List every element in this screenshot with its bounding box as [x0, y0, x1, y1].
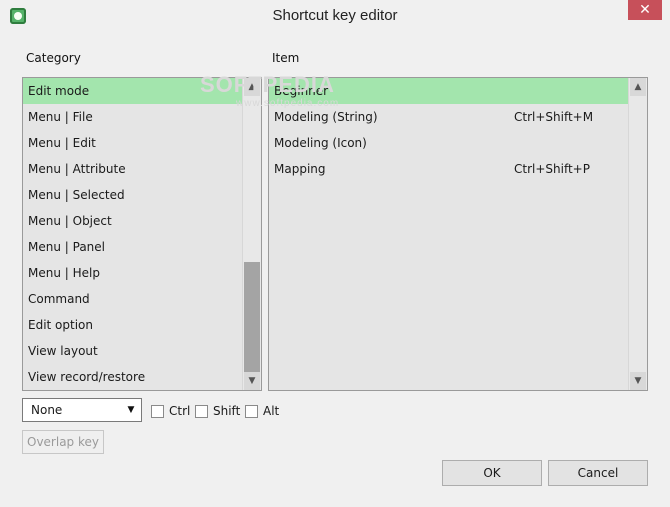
scroll-down-arrow-icon[interactable]: ▼ — [244, 372, 260, 390]
ctrl-checkbox-label: Ctrl — [169, 404, 191, 418]
key-select[interactable]: None ▼ — [22, 398, 142, 422]
item-label: Item — [272, 51, 300, 65]
scrollbar-thumb[interactable] — [244, 262, 260, 374]
category-list-item[interactable]: Menu | File — [23, 104, 242, 130]
item-list-item[interactable]: Modeling (Icon) — [269, 130, 628, 156]
category-scrollbar[interactable]: ▲ ▼ — [242, 78, 261, 390]
category-list[interactable]: Edit mode Menu | File Menu | Edit Menu | At… — [22, 77, 262, 391]
alt-checkbox[interactable]: Alt — [245, 403, 279, 419]
checkbox-box[interactable] — [245, 405, 258, 418]
item-list-item[interactable]: Mapping Ctrl+Shift+P — [269, 156, 628, 182]
alt-checkbox-label: Alt — [263, 404, 280, 418]
category-item-label: Menu | Object — [28, 214, 112, 228]
ok-button[interactable]: OK — [442, 460, 542, 486]
scroll-up-arrow-icon[interactable]: ▲ — [630, 78, 646, 96]
item-list[interactable]: Beginner Modeling (String) Ctrl+Shift+M Mod… — [268, 77, 648, 391]
watermark-logo: SOFTPEDIA — [200, 72, 335, 97]
category-list-item[interactable]: View record/restore — [23, 364, 242, 390]
category-list-item[interactable]: Menu | Attribute — [23, 156, 242, 182]
category-list-item[interactable]: Menu | Edit — [23, 130, 242, 156]
category-item-label: Command — [28, 292, 90, 306]
window-title: Shortcut key editor — [272, 7, 398, 24]
category-item-label: Edit option — [28, 318, 93, 332]
chevron-down-icon: ▼ — [127, 405, 135, 415]
category-item-label: Menu | Attribute — [28, 162, 126, 176]
overlap-key-button[interactable]: Overlap key — [22, 430, 104, 454]
category-list-item[interactable]: Menu | Help — [23, 260, 242, 286]
cancel-button[interactable]: Cancel — [548, 460, 648, 486]
category-item-label: Menu | Panel — [28, 240, 105, 254]
item-shortcut: Ctrl+Shift+P — [514, 162, 590, 176]
item-shortcut: Ctrl+Shift+M — [514, 110, 594, 124]
scroll-down-arrow-icon[interactable]: ▼ — [630, 372, 646, 390]
item-name: Mapping — [274, 162, 326, 176]
close-button[interactable]: ✕ — [628, 0, 662, 20]
ctrl-checkbox[interactable]: Ctrl — [151, 403, 190, 419]
checkbox-box[interactable] — [195, 405, 208, 418]
category-list-item[interactable]: Edit option — [23, 312, 242, 338]
category-list-item[interactable]: Menu | Object — [23, 208, 242, 234]
category-list-item[interactable]: Menu | Selected — [23, 182, 242, 208]
checkbox-box[interactable] — [151, 405, 164, 418]
item-name: Modeling (String) — [274, 110, 378, 124]
category-item-label: Menu | Edit — [28, 136, 96, 150]
category-label: Category — [26, 51, 81, 65]
watermark-url: www.softpedia.com — [236, 98, 340, 109]
title-bar: Shortcut key editor ✕ — [0, 0, 670, 32]
category-list-item[interactable]: Command — [23, 286, 242, 312]
key-select-value: None — [31, 403, 63, 417]
category-item-label: View record/restore — [28, 370, 146, 384]
item-name: Modeling (Icon) — [274, 136, 367, 150]
category-item-label: Edit mode — [28, 84, 90, 98]
shortcut-key-editor-window: Shortcut key editor ✕ Category Item Edit… — [0, 0, 670, 507]
item-scrollbar[interactable]: ▲ ▼ — [628, 78, 647, 390]
category-item-label: Menu | File — [28, 110, 93, 124]
category-list-item[interactable]: View layout — [23, 338, 242, 364]
category-item-label: View layout — [28, 344, 98, 358]
category-list-item[interactable]: Menu | Panel — [23, 234, 242, 260]
category-item-label: Menu | Selected — [28, 188, 125, 202]
category-item-label: Menu | Help — [28, 266, 100, 280]
shift-checkbox[interactable]: Shift — [195, 403, 240, 419]
shift-checkbox-label: Shift — [213, 404, 241, 418]
